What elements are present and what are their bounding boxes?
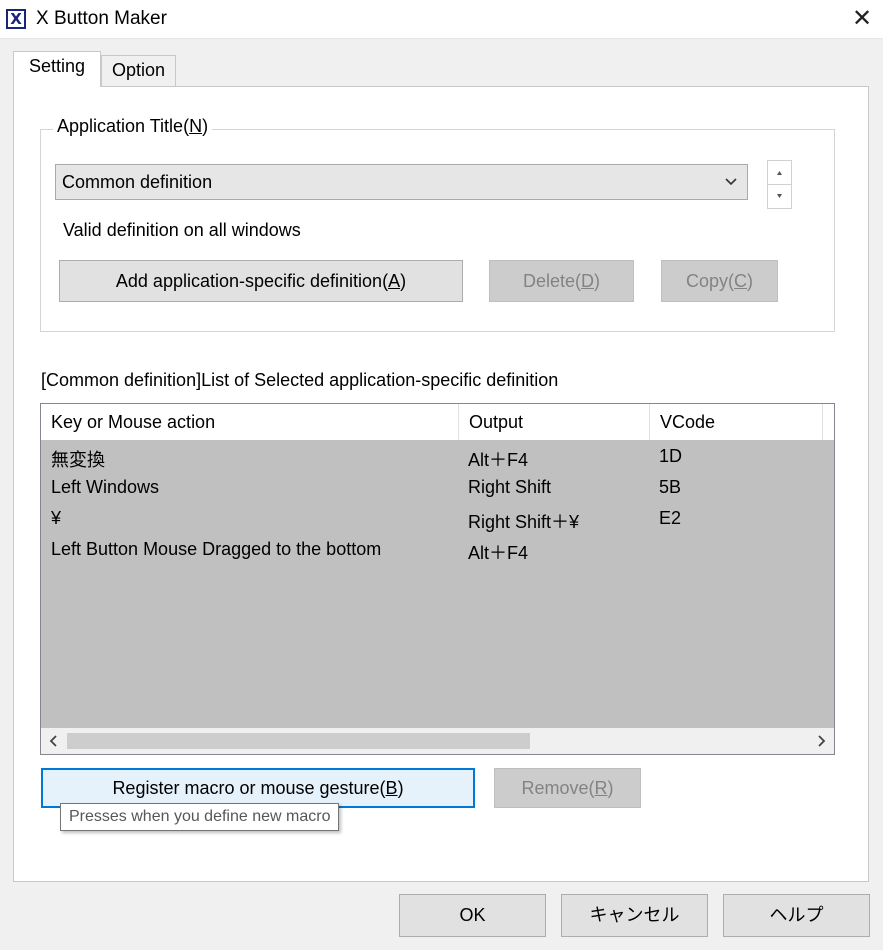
window-title: X Button Maker (36, 8, 167, 29)
tab-option-label: Option (111, 60, 166, 80)
cancel-button[interactable]: キャンセル (561, 894, 708, 937)
application-title-legend: Application Title(N) (53, 116, 213, 137)
row-output: Alt＋F4 (468, 543, 529, 563)
title-bar: X X Button Maker ✕ (0, 0, 883, 39)
setting-panel: Application Title(N) Common definition V… (13, 86, 869, 882)
application-title-value: Common definition (62, 172, 213, 192)
ok-button[interactable]: OK (399, 894, 546, 937)
definition-list[interactable]: Key or Mouse action Output VCode 無変換 Alt… (40, 403, 835, 755)
chevron-right-icon (818, 735, 826, 747)
arrow-up-icon (777, 171, 782, 175)
table-row[interactable]: Left Button Mouse Dragged to the bottom … (41, 535, 834, 566)
definition-description: Valid definition on all windows (63, 220, 301, 240)
remove-button[interactable]: Remove(R) (494, 768, 641, 808)
row-vcode: 5B (659, 477, 682, 497)
chevron-down-icon (725, 178, 737, 186)
tab-option[interactable]: Option (101, 55, 176, 87)
row-vcode: 1D (659, 446, 683, 466)
list-header: Key or Mouse action Output VCode (41, 404, 834, 440)
application-title-combo[interactable]: Common definition (55, 164, 748, 200)
row-vcode: E2 (659, 508, 682, 528)
delete-button[interactable]: Delete(D) (489, 260, 634, 302)
column-header-vcode[interactable]: VCode (650, 404, 823, 440)
column-header-output[interactable]: Output (459, 404, 650, 440)
spin-down-button[interactable] (768, 185, 791, 208)
row-action: ¥ (51, 508, 62, 528)
row-output: Right Shift (468, 477, 552, 497)
row-action: Left Windows (51, 477, 160, 497)
copy-button[interactable]: Copy(C) (661, 260, 778, 302)
scroll-right-button[interactable] (808, 728, 834, 754)
arrow-down-icon (777, 194, 782, 198)
chevron-left-icon (49, 735, 57, 747)
application-title-group: Application Title(N) Common definition V… (40, 116, 835, 332)
scroll-thumb[interactable] (67, 733, 530, 749)
register-macro-button[interactable]: Register macro or mouse gesture(B) (41, 768, 475, 808)
list-caption: [Common definition]List of Selected appl… (41, 370, 559, 390)
column-header-action[interactable]: Key or Mouse action (41, 404, 459, 440)
table-row[interactable]: ¥ Right Shift＋¥ E2 (41, 504, 834, 535)
row-action: 無変換 (51, 450, 105, 470)
row-action: Left Button Mouse Dragged to the bottom (51, 539, 382, 559)
table-row[interactable]: Left Windows Right Shift 5B (41, 473, 834, 504)
tab-setting-label: Setting (28, 56, 86, 76)
row-output: Right Shift＋¥ (468, 512, 580, 532)
help-button[interactable]: ヘルプ (723, 894, 870, 937)
order-spin-control[interactable] (767, 160, 792, 209)
row-output: Alt＋F4 (468, 450, 529, 470)
table-row[interactable]: 無変換 Alt＋F4 1D (41, 442, 834, 473)
spin-up-button[interactable] (768, 161, 791, 185)
horizontal-scrollbar[interactable] (41, 728, 834, 754)
scroll-left-button[interactable] (41, 728, 67, 754)
register-tooltip: Presses when you define new macro (60, 803, 340, 831)
app-logo-icon[interactable]: X (6, 9, 26, 29)
tab-setting[interactable]: Setting (13, 51, 101, 87)
close-icon[interactable]: ✕ (847, 3, 877, 33)
add-definition-button[interactable]: Add application-specific definition(A) (59, 260, 463, 302)
